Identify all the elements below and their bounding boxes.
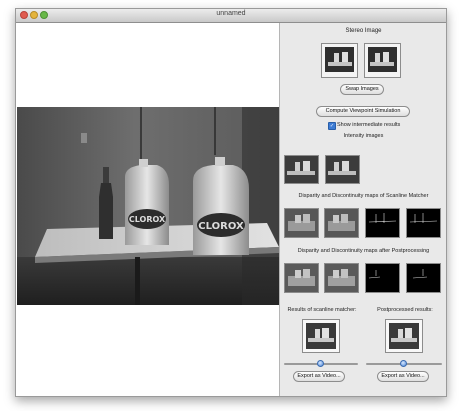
intensity-images-title: Intensity images bbox=[343, 133, 384, 139]
scanline-disparity-right bbox=[324, 208, 359, 238]
scanline-disparity-left bbox=[284, 208, 319, 238]
show-intermediate-label: Show intermediate results bbox=[337, 122, 401, 128]
scanline-maps-title: Disparity and Discontinuity maps of Scan… bbox=[298, 193, 429, 199]
intensity-left-thumbnail bbox=[284, 155, 319, 184]
show-intermediate-checkbox[interactable]: ✓ bbox=[328, 122, 336, 130]
postprocessed-viewpoint-slider-knob[interactable] bbox=[400, 360, 407, 367]
export-scanline-video-button[interactable]: Export as Video... bbox=[293, 371, 345, 382]
swap-images-button[interactable]: Swap Images bbox=[340, 84, 384, 95]
post-disparity-right bbox=[324, 263, 359, 293]
app-window: unnamed CLOROX CLOROX Stereo Image Swap … bbox=[15, 8, 447, 397]
stereo-image-title: Stereo Image bbox=[345, 28, 382, 34]
control-panel: Stereo Image Swap Images Compute Viewpoi… bbox=[279, 23, 446, 396]
intensity-right-thumbnail bbox=[325, 155, 360, 184]
postprocessed-results-title: Postprocessed results: bbox=[377, 307, 433, 313]
svg-text:CLOROX: CLOROX bbox=[129, 215, 166, 224]
scanline-viewpoint-slider-knob[interactable] bbox=[317, 360, 324, 367]
stereo-left-thumbnail[interactable] bbox=[321, 43, 358, 78]
scanline-results-title: Results of scanline matcher: bbox=[287, 307, 357, 313]
simulated-view-image: CLOROX CLOROX bbox=[17, 107, 279, 305]
image-canvas[interactable]: CLOROX CLOROX bbox=[16, 23, 279, 396]
export-postprocessed-video-button[interactable]: Export as Video... bbox=[377, 371, 429, 382]
post-discontinuity-right bbox=[406, 263, 441, 293]
scanline-discontinuity-left bbox=[365, 208, 400, 238]
title-bar[interactable]: unnamed bbox=[16, 9, 446, 23]
post-disparity-left bbox=[284, 263, 319, 293]
window-title: unnamed bbox=[216, 10, 246, 17]
scanline-discontinuity-right bbox=[406, 208, 441, 238]
postprocessed-result-preview[interactable] bbox=[385, 319, 423, 353]
postprocessing-maps-title: Disparity and Discontinuity maps after P… bbox=[297, 248, 430, 254]
compute-viewpoint-button[interactable]: Compute Viewpoint Simulation bbox=[316, 106, 410, 117]
stereo-right-thumbnail[interactable] bbox=[364, 43, 401, 78]
scanline-result-preview[interactable] bbox=[302, 319, 340, 353]
post-discontinuity-left bbox=[365, 263, 400, 293]
svg-text:CLOROX: CLOROX bbox=[198, 221, 244, 232]
